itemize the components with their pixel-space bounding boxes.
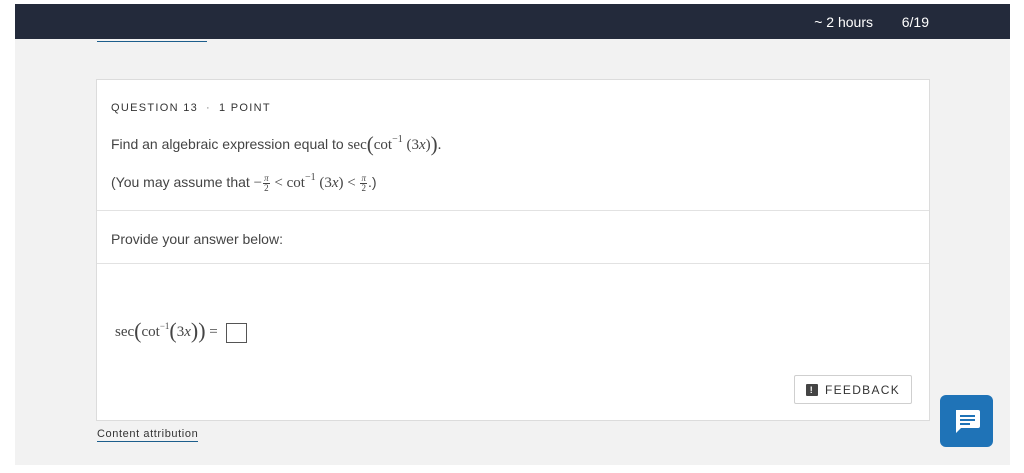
answer-expression: sec(cot−1(3x)) = [115, 318, 247, 344]
question-progress: 6/19 [901, 14, 929, 30]
answer-input-box[interactable] [225, 322, 247, 343]
prompt-math-expression: sec(cot−1 (3x)). [347, 132, 442, 156]
chat-bubble-icon [955, 410, 980, 433]
question-card: QUESTION 13 · 1 POINT Find an algebraic ex… [96, 79, 930, 421]
question-prompt: Find an algebraic expression equal to se… [111, 132, 441, 157]
section-divider [97, 210, 929, 211]
answer-label: Provide your answer below: [111, 231, 283, 247]
exclamation-speech-icon: ! [805, 383, 818, 396]
top-bar: ~ 2 hours 6/19 [15, 4, 1010, 39]
question-number: QUESTION 13 [111, 102, 199, 114]
feedback-button[interactable]: ! FEEDBACK [794, 375, 912, 404]
assumption-math: − π 2 < cot−1 (3x) < π2 [253, 172, 367, 194]
section-divider [97, 263, 929, 264]
content-attribution-link[interactable]: Content attribution [97, 428, 199, 442]
assume-prefix: (You may assume that [111, 174, 250, 190]
prompt-text: Find an algebraic expression equal to [111, 136, 344, 152]
time-remaining: ~ 2 hours [814, 14, 873, 30]
feedback-label: FEEDBACK [824, 382, 901, 397]
chat-button[interactable] [940, 395, 993, 447]
header-separator: · [206, 102, 212, 114]
assumption-text: (You may assume that − π 2 < cot−1 (3x) < … [111, 172, 377, 194]
question-header: QUESTION 13 · 1 POINT [111, 102, 271, 114]
assume-suffix: .) [368, 174, 377, 190]
top-link-underline [97, 41, 207, 42]
question-points: 1 POINT [219, 102, 271, 114]
